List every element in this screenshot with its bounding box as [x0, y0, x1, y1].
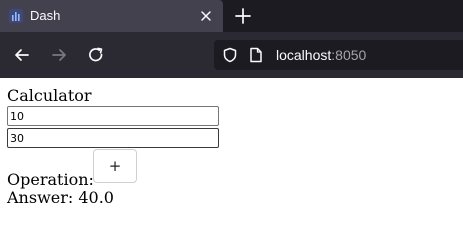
- address-bar[interactable]: localhost:8050: [214, 40, 463, 70]
- tab-bar: Dash: [0, 0, 463, 32]
- back-arrow-icon[interactable]: [12, 45, 32, 65]
- navigation-bar: localhost:8050: [0, 32, 463, 78]
- url-host: localhost: [276, 47, 332, 63]
- forward-arrow-icon[interactable]: [49, 45, 69, 65]
- url-text[interactable]: localhost:8050: [276, 47, 366, 63]
- page-title: Calculator: [7, 86, 92, 105]
- operation-button[interactable]: +: [93, 149, 137, 183]
- tab-title: Dash: [30, 8, 61, 23]
- close-icon[interactable]: [197, 7, 215, 25]
- operation-label: Operation:: [7, 170, 94, 189]
- shield-icon[interactable]: [222, 47, 238, 63]
- url-port: :8050: [331, 47, 367, 63]
- dash-bars-icon: [9, 9, 23, 23]
- answer-text: Answer: 40.0: [7, 188, 114, 207]
- reload-icon[interactable]: [86, 45, 106, 65]
- page-content: Calculator Operation: + Answer: 40.0: [0, 78, 463, 247]
- second-number-input[interactable]: [7, 128, 219, 148]
- new-tab-plus-icon[interactable]: [233, 6, 253, 26]
- page-icon[interactable]: [249, 47, 263, 63]
- first-number-input[interactable]: [7, 106, 219, 126]
- browser-tab[interactable]: Dash: [0, 0, 223, 32]
